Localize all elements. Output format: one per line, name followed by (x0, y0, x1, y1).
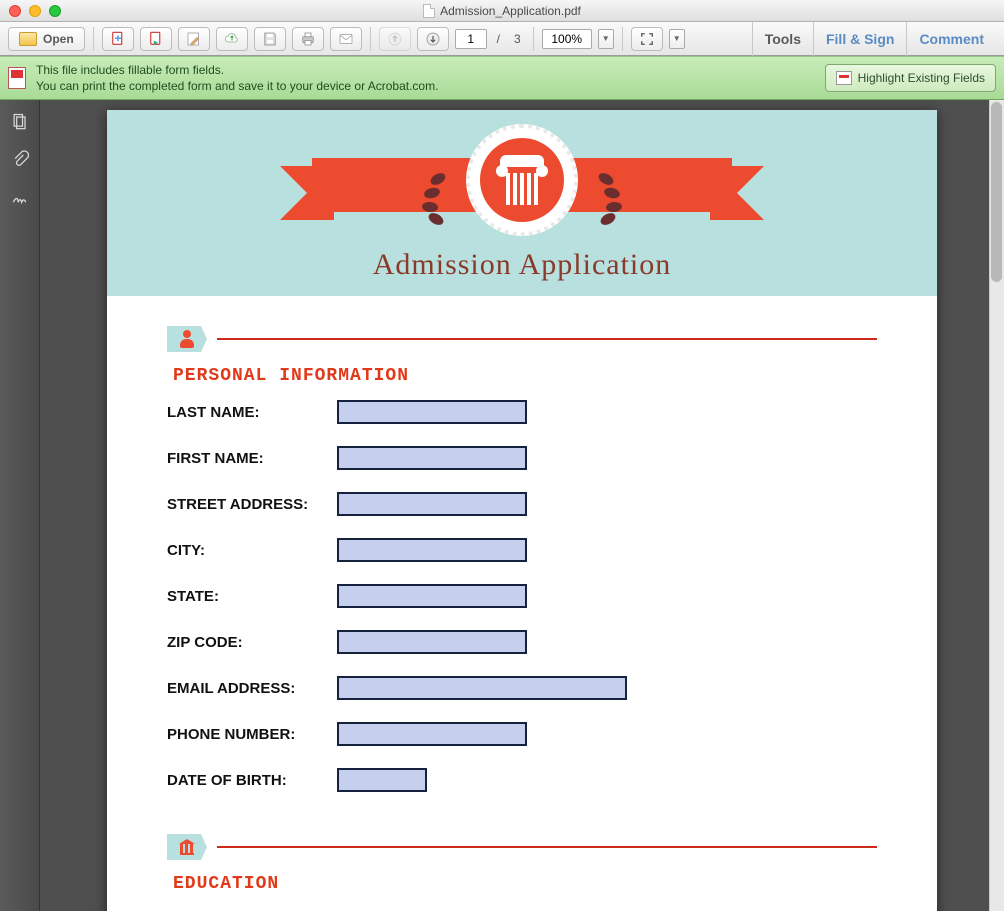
input-state[interactable] (337, 584, 527, 608)
cloud-upload-icon (223, 30, 241, 48)
window-maximize-button[interactable] (49, 5, 61, 17)
building-badge-icon (167, 834, 207, 860)
label-city: CITY: (167, 542, 337, 559)
signatures-icon[interactable] (10, 188, 30, 208)
section-personal: PERSONAL INFORMATION LAST NAME: FIRST NA… (107, 296, 937, 792)
section-education: EDUCATION (107, 814, 937, 894)
save-icon (261, 30, 279, 48)
workspace: Admission Application PERSONAL INFORMATI… (0, 100, 1004, 911)
print-button[interactable] (292, 27, 324, 51)
label-phone: PHONE NUMBER: (167, 726, 337, 743)
separator (93, 27, 94, 51)
person-badge-icon (167, 326, 207, 352)
arrow-up-icon (386, 30, 404, 48)
main-toolbar: Open / 3 ▼ ▼ Tools Fill & Sign Com (0, 22, 1004, 56)
open-button[interactable]: Open (8, 27, 85, 51)
label-first-name: FIRST NAME: (167, 450, 337, 467)
seal-graphic (466, 124, 578, 236)
tools-tab[interactable]: Tools (752, 22, 813, 56)
fill-sign-tab[interactable]: Fill & Sign (813, 22, 906, 56)
navigation-rail (0, 100, 40, 911)
page-separator: / (493, 32, 504, 46)
window-close-button[interactable] (9, 5, 21, 17)
scrollbar[interactable] (989, 100, 1004, 911)
create-pdf-icon (109, 30, 127, 48)
window-title: Admission_Application.pdf (440, 4, 581, 18)
pdf-form-icon (8, 67, 26, 89)
input-zip[interactable] (337, 630, 527, 654)
input-street[interactable] (337, 492, 527, 516)
separator (622, 27, 623, 51)
laurel-left-icon (402, 168, 457, 228)
scrollbar-thumb[interactable] (991, 102, 1002, 282)
page-number-input[interactable] (455, 29, 487, 49)
label-street: STREET ADDRESS: (167, 496, 337, 513)
input-phone[interactable] (337, 722, 527, 746)
pencil-icon (185, 30, 203, 48)
section-rule (217, 846, 877, 848)
input-dob[interactable] (337, 768, 427, 792)
open-label: Open (43, 32, 74, 46)
fit-screen-button[interactable] (631, 27, 663, 51)
highlight-fields-button[interactable]: Highlight Existing Fields (825, 64, 996, 92)
expand-icon (638, 30, 656, 48)
input-city[interactable] (337, 538, 527, 562)
document-viewport[interactable]: Admission Application PERSONAL INFORMATI… (40, 100, 1004, 911)
create-pdf-button[interactable] (102, 27, 134, 51)
pdf-page: Admission Application PERSONAL INFORMATI… (107, 110, 937, 911)
hero-banner: Admission Application (107, 110, 937, 296)
info-line-1: This file includes fillable form fields. (36, 62, 438, 78)
label-email: EMAIL ADDRESS: (167, 680, 337, 697)
window-titlebar: Admission_Application.pdf (0, 0, 1004, 22)
zoom-input[interactable] (542, 29, 592, 49)
hero-title: Admission Application (107, 248, 937, 282)
highlight-label: Highlight Existing Fields (858, 71, 985, 85)
folder-icon (19, 32, 37, 46)
page-up-button[interactable] (379, 27, 411, 51)
export-pdf-button[interactable] (140, 27, 172, 51)
label-zip: ZIP CODE: (167, 634, 337, 651)
arrow-down-icon (424, 30, 442, 48)
input-last-name[interactable] (337, 400, 527, 424)
save-button[interactable] (254, 27, 286, 51)
thumbnails-icon[interactable] (10, 112, 30, 132)
section-rule (217, 338, 877, 340)
input-email[interactable] (337, 676, 627, 700)
highlight-icon (836, 71, 852, 85)
email-button[interactable] (330, 27, 362, 51)
export-pdf-icon (147, 30, 165, 48)
attachments-icon[interactable] (10, 150, 30, 170)
column-icon (500, 155, 544, 205)
cloud-button[interactable] (216, 27, 248, 51)
zoom-dropdown[interactable]: ▼ (598, 29, 614, 49)
separator (370, 27, 371, 51)
section-title-education: EDUCATION (173, 874, 877, 894)
label-state: STATE: (167, 588, 337, 605)
view-dropdown[interactable]: ▼ (669, 29, 685, 49)
laurel-right-icon (587, 168, 642, 228)
info-line-2: You can print the completed form and sav… (36, 78, 438, 94)
page-total: 3 (510, 32, 525, 46)
page-down-button[interactable] (417, 27, 449, 51)
label-dob: DATE OF BIRTH: (167, 772, 337, 789)
form-info-bar: This file includes fillable form fields.… (0, 56, 1004, 100)
label-last-name: LAST NAME: (167, 404, 337, 421)
print-icon (299, 30, 317, 48)
edit-button[interactable] (178, 27, 210, 51)
window-minimize-button[interactable] (29, 5, 41, 17)
input-first-name[interactable] (337, 446, 527, 470)
separator (533, 27, 534, 51)
document-icon (423, 4, 435, 18)
envelope-icon (337, 30, 355, 48)
section-title-personal: PERSONAL INFORMATION (173, 366, 877, 386)
comment-tab[interactable]: Comment (906, 22, 996, 56)
